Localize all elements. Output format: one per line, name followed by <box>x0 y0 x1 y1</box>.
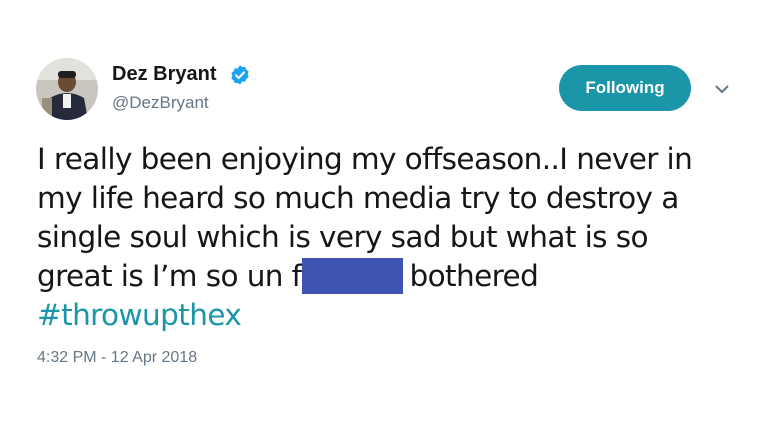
tweet-line: I really been enjoying my offseason..I n… <box>37 142 693 176</box>
chevron-down-icon[interactable] <box>713 80 731 98</box>
tweet-line-text: bothered <box>409 259 539 293</box>
user-handle[interactable]: @DezBryant <box>112 93 209 113</box>
hashtag-link[interactable]: #throwupthex <box>37 296 747 335</box>
redaction-block <box>302 258 404 294</box>
tweet-timestamp[interactable]: 4:32 PM - 12 Apr 2018 <box>37 348 197 368</box>
tweet-line-text: great is I’m so un f <box>37 259 302 293</box>
tweet-line: my life heard so much media try to destr… <box>37 181 679 215</box>
verified-badge-icon <box>231 65 249 85</box>
display-name[interactable]: Dez Bryant <box>112 62 216 86</box>
tweet-line: single soul which is very sad but what i… <box>37 220 649 254</box>
avatar[interactable] <box>36 58 98 120</box>
tweet-line: great is I’m so un f bothered <box>37 257 747 296</box>
tweet-text: I really been enjoying my offseason..I n… <box>37 140 747 335</box>
following-button[interactable]: Following <box>559 65 691 111</box>
